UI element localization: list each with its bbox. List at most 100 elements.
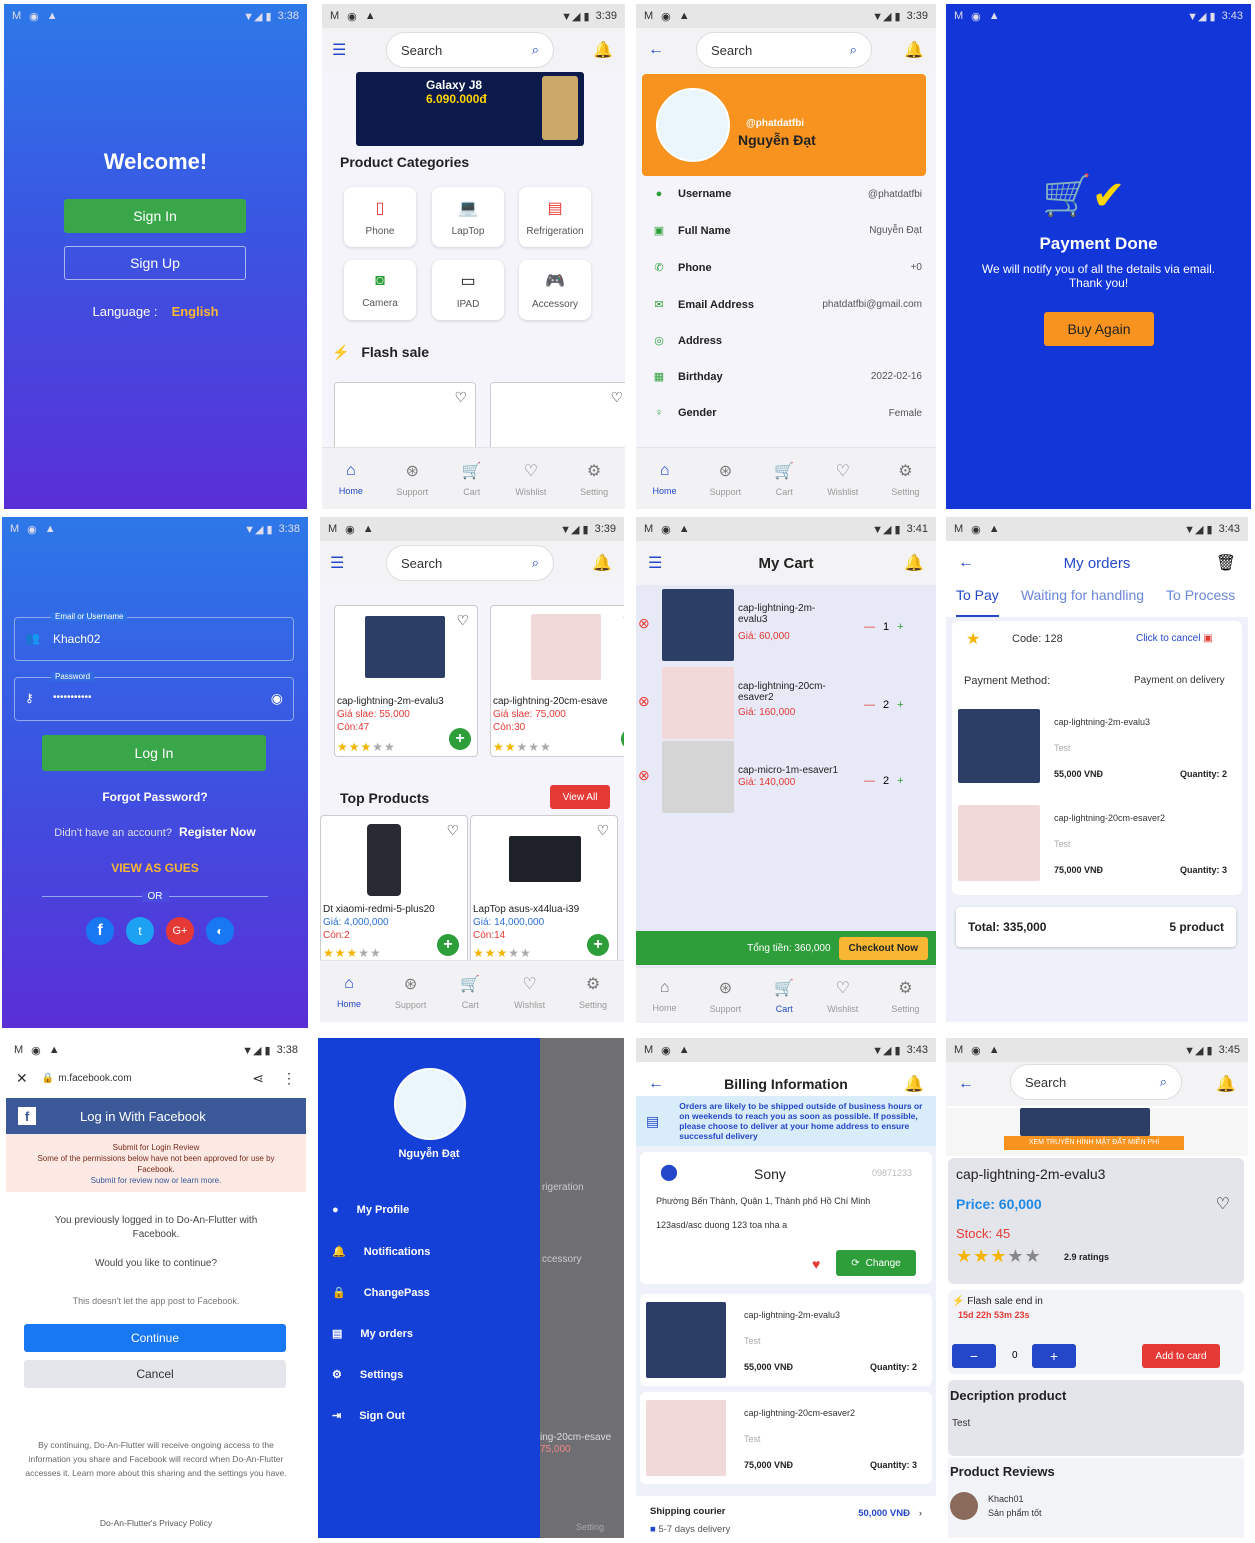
fb-policy[interactable]: Do-An-Flutter's Privacy Policy — [6, 1518, 306, 1528]
qty-plus-button[interactable]: + — [1032, 1344, 1076, 1368]
drawer-sign-out[interactable]: ⇥ Sign Out — [332, 1409, 405, 1423]
remove-icon[interactable]: ⊗ — [638, 615, 650, 632]
nav-support[interactable]: ⊛ Support — [710, 978, 742, 1014]
drawer-notifications[interactable]: 🔔 Notifications — [332, 1245, 430, 1259]
sign-in-button[interactable]: Sign In — [64, 199, 246, 233]
view-all-button[interactable]: View All — [550, 785, 610, 809]
nav-cart[interactable]: 🛒 Cart — [774, 461, 794, 497]
nav-wishlist[interactable]: ♡ Wishlist — [514, 974, 545, 1010]
search-input[interactable]: Search ⌕ — [696, 32, 872, 68]
search-input[interactable]: Search ⌕ — [386, 545, 554, 581]
add-icon[interactable]: + — [621, 728, 624, 750]
bell-icon[interactable]: 🔔 — [904, 1074, 924, 1094]
bell-icon[interactable]: 🔔 — [904, 553, 924, 573]
qty-stepper[interactable]: —2 + — [864, 775, 904, 787]
password-field[interactable]: Password ⚷ ••••••••••• ◉ — [14, 672, 294, 721]
tab-to-pay[interactable]: To Pay — [956, 585, 999, 617]
register-link[interactable]: Register Now — [179, 825, 256, 839]
language-select[interactable]: English — [172, 304, 219, 319]
heart-icon[interactable]: ♡ — [1216, 1194, 1230, 1214]
category-laptop[interactable]: 💻 LapTop — [432, 187, 504, 247]
flash-card-2[interactable]: ♡ — [490, 382, 625, 452]
nav-support[interactable]: ⊛ Support — [395, 974, 427, 1010]
nav-home[interactable]: ⌂ Home — [653, 462, 677, 496]
drawer-backdrop[interactable]: rigeration ccessory ing-20cm-esave 75,00… — [540, 1038, 624, 1538]
heart-icon[interactable]: ♡ — [622, 612, 624, 629]
bell-icon[interactable]: 🔔 — [592, 553, 612, 573]
remove-icon[interactable]: ⊗ — [638, 693, 650, 710]
flash-card-1[interactable]: ♡ — [334, 382, 476, 452]
add-to-cart-button[interactable]: Add to card — [1142, 1344, 1220, 1368]
qty-stepper[interactable]: —1 + — [864, 621, 904, 633]
checkout-button[interactable]: Checkout Now — [838, 936, 928, 960]
back-icon[interactable]: ← — [958, 1075, 974, 1093]
trash-clock-icon[interactable]: 🗑 — [1216, 553, 1236, 573]
fb-cancel-button[interactable]: Cancel — [24, 1360, 286, 1388]
nav-setting[interactable]: ⚙ Setting — [579, 974, 607, 1010]
add-icon[interactable]: + — [449, 728, 471, 750]
login-button[interactable]: Log In — [42, 735, 266, 771]
drawer-settings[interactable]: ⚙ Settings — [332, 1368, 403, 1382]
heart-icon[interactable]: ♡ — [454, 389, 467, 406]
google-plus-icon[interactable]: G+ — [166, 917, 194, 945]
tab-waiting[interactable]: Waiting for handling — [1021, 585, 1144, 617]
nav-cart[interactable]: 🛒 Cart — [774, 978, 794, 1014]
close-icon[interactable]: ✕ — [16, 1070, 28, 1087]
category-phone[interactable]: ▯ Phone — [344, 187, 416, 247]
twitter-icon[interactable]: t — [126, 917, 154, 945]
drawer-my-orders[interactable]: ▤ My orders — [332, 1327, 413, 1341]
add-icon[interactable]: + — [437, 934, 459, 956]
nav-wishlist[interactable]: ♡ Wishlist — [827, 978, 858, 1014]
product-card-2[interactable]: ♡ cap-lightning-20cm-esave Giá slae: 75,… — [490, 605, 624, 757]
menu-icon[interactable]: ☰ — [330, 553, 344, 573]
top-product-card-1[interactable]: ♡ Dt xiaomi-redmi-5-plus20 Giá: 4,000,00… — [320, 815, 468, 963]
nav-home[interactable]: ⌂ Home — [337, 975, 361, 1009]
bell-icon[interactable]: 🔔 — [1216, 1074, 1236, 1094]
share-icon[interactable]: ⋖ — [252, 1070, 264, 1087]
drawer-my-profile[interactable]: ● My Profile — [332, 1204, 409, 1216]
buy-again-button[interactable]: Buy Again — [1044, 312, 1154, 346]
category-refrigeration[interactable]: ▤ Refrigeration — [519, 187, 591, 247]
nav-setting[interactable]: ⚙ Setting — [891, 978, 919, 1014]
nav-setting[interactable]: ⚙ Setting — [580, 461, 608, 497]
forgot-password-link[interactable]: Forgot Password? — [2, 790, 308, 804]
nav-wishlist[interactable]: ♡ Wishlist — [827, 461, 858, 497]
nav-home[interactable]: ⌂ Home — [339, 462, 363, 496]
nav-wishlist[interactable]: ♡ Wishlist — [515, 461, 546, 497]
nav-cart[interactable]: 🛒 Cart — [460, 974, 480, 1010]
heart-icon[interactable]: ♥ — [812, 1256, 820, 1272]
bell-icon[interactable]: 🔔 — [904, 40, 924, 60]
category-camera[interactable]: ◙ Camera — [344, 260, 416, 320]
nav-support[interactable]: ⊛ Support — [397, 461, 429, 497]
change-address-button[interactable]: ⟳ Change — [836, 1250, 916, 1276]
product-card-1[interactable]: ♡ cap-lightning-2m-evalu3 Giá slae: 55,0… — [334, 605, 478, 757]
tab-to-process[interactable]: To Process — [1166, 585, 1235, 617]
add-icon[interactable]: + — [587, 934, 609, 956]
github-icon[interactable]: ◐ — [206, 917, 234, 945]
top-product-card-2[interactable]: ♡ LapTop asus-x44lua-i39 Giá: 14,000,000… — [470, 815, 618, 963]
category-accessory[interactable]: 🎮 Accessory — [519, 260, 591, 320]
nav-home[interactable]: ⌂ Home — [653, 979, 677, 1013]
eye-icon[interactable]: ◉ — [271, 690, 283, 707]
sign-up-button[interactable]: Sign Up — [64, 246, 246, 280]
fb-continue-button[interactable]: Continue — [24, 1324, 286, 1352]
promo-banner[interactable]: Galaxy J8 6.090.000đ — [356, 72, 584, 146]
heart-icon[interactable]: ♡ — [446, 822, 459, 839]
heart-icon[interactable]: ♡ — [456, 612, 469, 629]
bell-icon[interactable]: 🔔 — [593, 40, 613, 60]
drawer-change-pass[interactable]: 🔒 ChangePass — [332, 1286, 430, 1300]
heart-icon[interactable]: ♡ — [596, 822, 609, 839]
remove-icon[interactable]: ⊗ — [638, 767, 650, 784]
view-as-guest-link[interactable]: VIEW AS GUES — [2, 861, 308, 875]
menu-icon[interactable]: ☰ — [332, 40, 346, 60]
back-icon[interactable]: ← — [648, 41, 664, 59]
search-input[interactable]: Search ⌕ — [1010, 1064, 1182, 1100]
nav-cart[interactable]: 🛒 Cart — [462, 461, 482, 497]
facebook-icon[interactable]: f — [86, 917, 114, 945]
nav-setting[interactable]: ⚙ Setting — [891, 461, 919, 497]
heart-icon[interactable]: ♡ — [610, 389, 623, 406]
nav-support[interactable]: ⊛ Support — [710, 461, 742, 497]
qty-stepper[interactable]: —2 + — [864, 699, 904, 711]
cancel-order-link[interactable]: Click to cancel ▣ — [1136, 633, 1213, 644]
shipping-row[interactable]: Shipping courier 50,000 VNĐ › ■ 5-7 days… — [636, 1496, 936, 1538]
